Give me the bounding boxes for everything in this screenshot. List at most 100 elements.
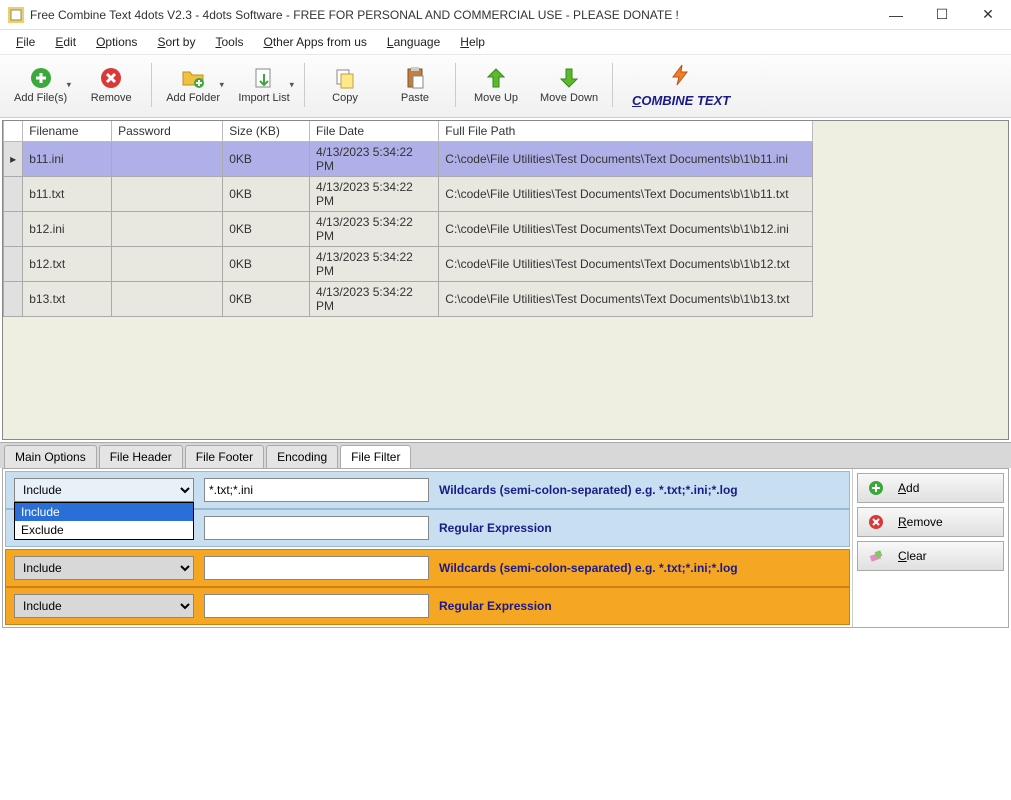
table-row[interactable]: b11.txt0KB4/13/2023 5:34:22 PMC:\code\Fi… (4, 177, 813, 212)
tab-main-options[interactable]: Main Options (4, 445, 97, 468)
import-icon (252, 66, 276, 90)
table-empty-space[interactable] (3, 317, 1008, 439)
filter-wildcards-label-2: Wildcards (semi-colon-separated) e.g. *.… (439, 561, 738, 575)
table-cell: C:\code\File Utilities\Test Documents\Te… (439, 142, 813, 177)
tab-file-footer[interactable]: File Footer (185, 445, 264, 468)
filter-wildcards-input-1[interactable] (204, 478, 429, 502)
move-up-label: Move Up (474, 92, 518, 104)
file-filter-panel: Include Include Exclude Wildcards (semi-… (2, 468, 1009, 628)
filter-regex-label-1: Regular Expression (439, 521, 552, 535)
col-header-full-file-path[interactable]: Full File Path (439, 121, 813, 142)
move-down-button[interactable]: Move Down (534, 59, 604, 111)
table-row[interactable]: b12.ini0KB4/13/2023 5:34:22 PMC:\code\Fi… (4, 212, 813, 247)
close-button[interactable]: ✕ (965, 0, 1011, 30)
filter-add-button[interactable]: Add (857, 473, 1004, 503)
filter-add-label: Add (898, 481, 919, 495)
minimize-button[interactable]: — (873, 0, 919, 30)
table-cell: 4/13/2023 5:34:22 PM (310, 142, 439, 177)
filter-regex-input-2[interactable] (204, 594, 429, 618)
tab-file-filter[interactable]: File Filter (340, 445, 411, 468)
eraser-icon (868, 548, 884, 564)
file-table-container: FilenamePasswordSize (KB)File DateFull F… (2, 120, 1009, 440)
plus-circle-icon (868, 480, 884, 496)
file-table: FilenamePasswordSize (KB)File DateFull F… (3, 121, 813, 317)
dropdown-arrow-icon: ▾ (289, 80, 294, 91)
col-header-file-date[interactable]: File Date (310, 121, 439, 142)
filter-regex-input-1[interactable] (204, 516, 429, 540)
filter-left-column: Include Include Exclude Wildcards (semi-… (3, 469, 853, 627)
filter-row-regex-2: Include Regular Expression (5, 587, 850, 625)
table-row[interactable]: b13.txt0KB4/13/2023 5:34:22 PMC:\code\Fi… (4, 282, 813, 317)
table-cell: b11.ini (23, 142, 112, 177)
filter-wildcards-input-2[interactable] (204, 556, 429, 580)
row-indicator-cell (4, 282, 23, 317)
filter-remove-button[interactable]: Remove (857, 507, 1004, 537)
combine-text-button[interactable]: COMBINE TEXT (621, 59, 741, 111)
remove-button[interactable]: Remove (79, 59, 143, 111)
table-row[interactable]: b12.txt0KB4/13/2023 5:34:22 PMC:\code\Fi… (4, 247, 813, 282)
col-header-filename[interactable]: Filename (23, 121, 112, 142)
plus-circle-icon (29, 66, 53, 90)
x-circle-icon (99, 66, 123, 90)
dropdown-option-include[interactable]: Include (15, 503, 193, 521)
add-files-label: Add File(s) (14, 92, 67, 104)
paste-icon (403, 66, 427, 90)
row-indicator-header[interactable] (4, 121, 23, 142)
menu-edit[interactable]: Edit (45, 32, 86, 52)
add-folder-label: Add Folder (166, 92, 220, 104)
table-cell: 0KB (223, 282, 310, 317)
main-area: FilenamePasswordSize (KB)File DateFull F… (0, 118, 1011, 800)
dropdown-arrow-icon: ▾ (67, 80, 72, 91)
lightning-icon (669, 63, 693, 87)
table-cell (112, 212, 223, 247)
app-icon (8, 7, 24, 23)
menu-language[interactable]: Language (377, 32, 450, 52)
toolbar-separator (455, 63, 456, 107)
tab-file-header[interactable]: File Header (99, 445, 183, 468)
row-indicator-cell (4, 247, 23, 282)
add-folder-button[interactable]: Add Folder ▾ (160, 59, 226, 111)
table-cell (112, 142, 223, 177)
menu-help[interactable]: Help (450, 32, 495, 52)
filter-mode-dropdown-open: Include Exclude (14, 502, 194, 540)
copy-button[interactable]: Copy (313, 59, 377, 111)
move-up-button[interactable]: Move Up (464, 59, 528, 111)
table-cell: 4/13/2023 5:34:22 PM (310, 282, 439, 317)
tab-encoding[interactable]: Encoding (266, 445, 338, 468)
paste-button[interactable]: Paste (383, 59, 447, 111)
menu-options[interactable]: Options (86, 32, 147, 52)
filter-mode-select-2[interactable]: Include (14, 556, 194, 580)
window-controls: — ☐ ✕ (873, 0, 1011, 30)
filter-clear-button[interactable]: Clear (857, 541, 1004, 571)
import-list-button[interactable]: Import List ▾ (232, 59, 296, 111)
menu-other-apps-from-us[interactable]: Other Apps from us (253, 32, 376, 52)
filter-remove-label: Remove (898, 515, 943, 529)
table-cell: C:\code\File Utilities\Test Documents\Te… (439, 212, 813, 247)
dropdown-option-exclude[interactable]: Exclude (15, 521, 193, 539)
import-list-label: Import List (238, 92, 289, 104)
move-down-label: Move Down (540, 92, 598, 104)
filter-clear-label: Clear (898, 549, 927, 563)
window-title: Free Combine Text 4dots V2.3 - 4dots Sof… (30, 8, 873, 22)
table-row[interactable]: ▸b11.ini0KB4/13/2023 5:34:22 PMC:\code\F… (4, 142, 813, 177)
filter-row-wildcards-2: Include Wildcards (semi-colon-separated)… (5, 549, 850, 587)
table-cell: b11.txt (23, 177, 112, 212)
table-cell: b12.txt (23, 247, 112, 282)
table-cell: 0KB (223, 177, 310, 212)
table-cell: 0KB (223, 247, 310, 282)
menu-tools[interactable]: Tools (205, 32, 253, 52)
add-files-button[interactable]: Add File(s) ▾ (8, 59, 73, 111)
table-cell: 4/13/2023 5:34:22 PM (310, 212, 439, 247)
menu-sort-by[interactable]: Sort by (147, 32, 205, 52)
remove-label: Remove (91, 92, 132, 104)
filter-mode-select-3[interactable]: Include (14, 594, 194, 618)
dropdown-arrow-icon: ▾ (219, 80, 224, 91)
col-header-size-kb-[interactable]: Size (KB) (223, 121, 310, 142)
table-cell (112, 247, 223, 282)
menu-file[interactable]: File (6, 32, 45, 52)
row-indicator-cell (4, 177, 23, 212)
filter-mode-select-1[interactable]: Include (14, 478, 194, 502)
col-header-password[interactable]: Password (112, 121, 223, 142)
table-cell: b12.ini (23, 212, 112, 247)
maximize-button[interactable]: ☐ (919, 0, 965, 30)
